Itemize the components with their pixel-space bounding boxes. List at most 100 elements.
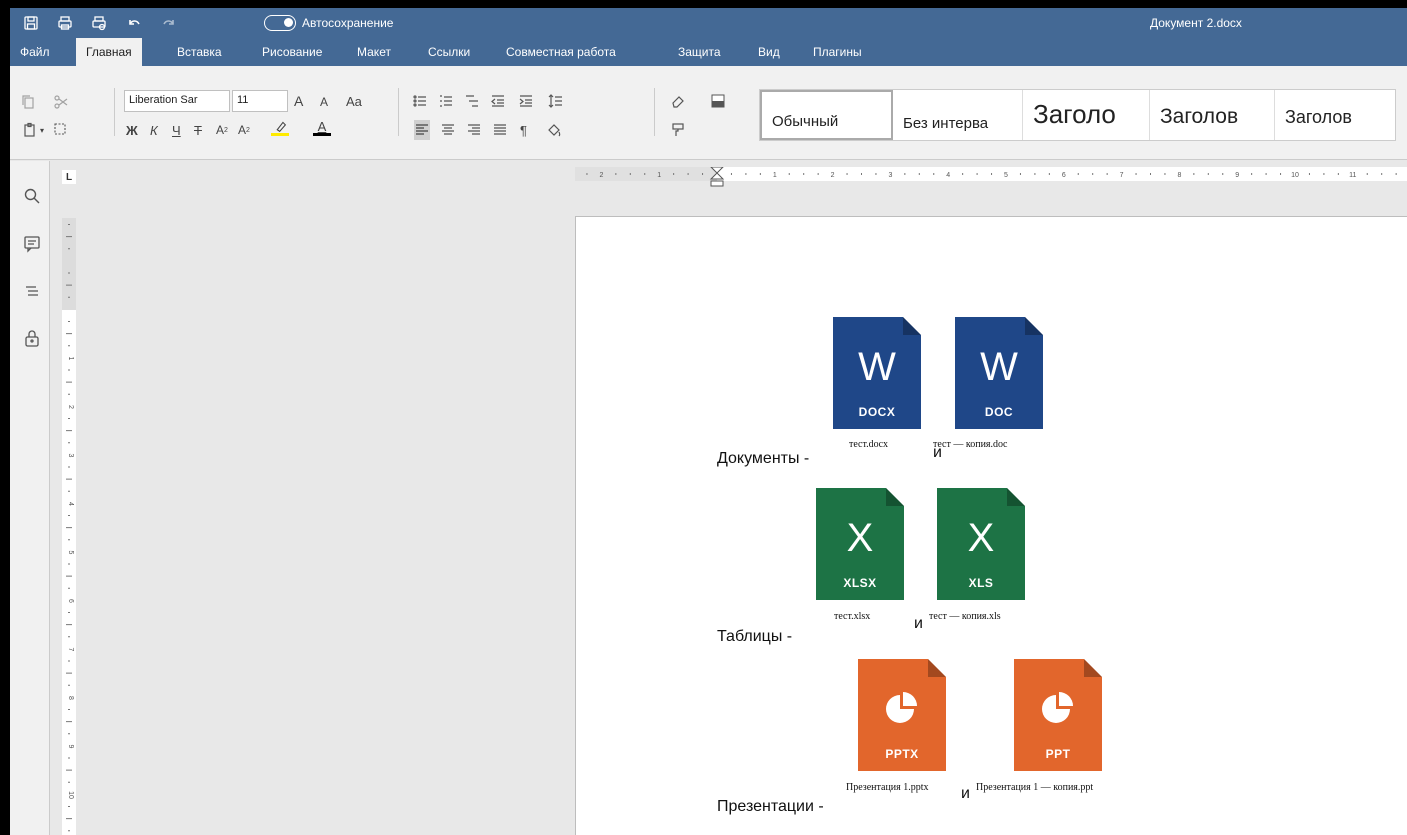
ruler-tick	[687, 173, 689, 175]
tab-layout[interactable]: Макет	[347, 38, 401, 66]
align-left-icon[interactable]	[414, 120, 430, 140]
ruler-tick	[1280, 173, 1282, 175]
file-icon-pptx[interactable]: PPTX	[858, 659, 946, 771]
color-scheme-icon[interactable]	[710, 91, 726, 111]
autosave-toggle[interactable]: Автосохранение	[264, 15, 393, 31]
font-size-select[interactable]: 11	[232, 90, 288, 112]
align-justify-icon[interactable]	[492, 120, 508, 140]
numbering-icon[interactable]	[438, 91, 454, 111]
file-icon-xlsx[interactable]: X XLSX	[816, 488, 904, 600]
tab-collaboration[interactable]: Совместная работа	[496, 38, 626, 66]
ruler-number: 5	[67, 551, 74, 555]
style-normal[interactable]: Обычный	[760, 90, 893, 140]
subscript-button[interactable]: A2	[238, 120, 250, 140]
shading-icon[interactable]	[546, 120, 562, 140]
navigation-icon[interactable]	[23, 283, 41, 301]
ruler-tick	[861, 173, 862, 175]
ruler-tick	[1106, 173, 1108, 175]
quick-print-icon[interactable]	[90, 14, 108, 32]
ruler-number: 8	[1177, 172, 1181, 179]
save-icon[interactable]	[22, 14, 40, 32]
ruler-number: 6	[1062, 172, 1066, 179]
tab-stop-selector[interactable]: L	[62, 170, 76, 184]
increase-indent-icon[interactable]	[518, 91, 534, 111]
tab-plugins[interactable]: Плагины	[803, 38, 872, 66]
increase-font-button[interactable]: A	[294, 91, 303, 111]
copy-icon[interactable]	[20, 92, 36, 112]
undo-icon[interactable]	[125, 14, 143, 32]
ruler-number: 3	[67, 454, 74, 458]
ruler-tick	[68, 539, 70, 541]
file-fold	[1025, 317, 1043, 335]
ruler-number: 2	[67, 405, 74, 409]
title-bar: Автосохранение Документ 2.docx	[10, 8, 1407, 38]
ruler-tick	[68, 709, 70, 710]
horizontal-ruler: 211234567891011121314	[575, 167, 1407, 187]
ruler-tick	[68, 830, 70, 832]
print-icon[interactable]	[56, 14, 74, 32]
tab-home[interactable]: Главная	[76, 38, 142, 66]
align-right-icon[interactable]	[466, 120, 482, 140]
paste-icon[interactable]: ▾	[18, 120, 48, 140]
ruler-number: 3	[888, 172, 892, 179]
select-all-icon[interactable]	[53, 120, 69, 140]
cut-icon[interactable]	[53, 92, 69, 112]
ruler-tick	[730, 173, 732, 175]
copy-style-icon[interactable]	[670, 120, 686, 140]
subscript-label: A	[238, 123, 247, 137]
style-no-spacing[interactable]: Без интерва	[893, 90, 1023, 140]
ruler-number: 9	[1235, 172, 1239, 179]
strikethrough-button[interactable]: Т	[194, 120, 202, 140]
highlight-color-button[interactable]	[262, 118, 298, 138]
font-color-button[interactable]: A	[304, 118, 340, 138]
ruler-tick	[68, 393, 70, 395]
file-fold	[886, 488, 904, 506]
tab-view[interactable]: Вид	[748, 38, 790, 66]
file-caption: Презентация 1.pptx	[846, 782, 929, 793]
underline-button[interactable]: Ч	[172, 120, 181, 140]
ruler-number: 2	[599, 172, 603, 179]
file-extension-label: XLSX	[843, 576, 877, 590]
decrease-indent-icon[interactable]	[490, 91, 506, 111]
font-name-select[interactable]: Liberation Sar	[124, 90, 230, 112]
ruler-tick	[1251, 173, 1253, 175]
ruler-tick	[1092, 173, 1094, 175]
ruler-tick	[68, 369, 70, 371]
search-icon[interactable]	[23, 187, 41, 205]
redo-icon[interactable]	[160, 14, 178, 32]
tab-references[interactable]: Ссылки	[418, 38, 480, 66]
file-icon-xls[interactable]: X XLS	[937, 488, 1025, 600]
menu-tabs: Файл Главная Вставка Рисование Макет Ссы…	[10, 38, 1407, 66]
toggle-switch[interactable]	[264, 15, 296, 31]
comments-icon[interactable]	[23, 235, 41, 253]
tab-insert[interactable]: Вставка	[167, 38, 232, 66]
font-color-label: A	[317, 119, 327, 134]
clear-style-icon[interactable]	[670, 91, 686, 111]
ruler-tick	[68, 418, 70, 419]
change-case-button[interactable]: Aa	[346, 91, 362, 111]
paragraph-marks-button[interactable]: ¶	[520, 120, 527, 140]
lock-icon[interactable]	[23, 329, 41, 347]
align-center-icon[interactable]	[440, 120, 456, 140]
line-spacing-icon[interactable]	[548, 91, 564, 111]
multilevel-list-icon[interactable]	[464, 91, 480, 111]
decrease-font-button[interactable]: A	[320, 92, 328, 112]
ruler-tick	[68, 345, 70, 347]
bullets-icon[interactable]	[412, 91, 428, 111]
style-heading-3[interactable]: Заголов	[1275, 90, 1395, 140]
style-heading-2[interactable]: Заголов	[1150, 90, 1275, 140]
ruler-number: 4	[67, 502, 74, 506]
file-icon-docx[interactable]: W DOCX	[833, 317, 921, 429]
ruler-tick	[68, 806, 70, 807]
style-heading-1[interactable]: Заголо	[1023, 90, 1150, 140]
superscript-button[interactable]: A2	[216, 120, 228, 140]
ruler-number: 4	[946, 172, 950, 179]
file-icon-doc[interactable]: W DOC	[955, 317, 1043, 429]
italic-button[interactable]: К	[150, 120, 158, 140]
bold-button[interactable]: Ж	[126, 120, 138, 140]
ruler-margin	[575, 167, 717, 181]
tab-file[interactable]: Файл	[10, 38, 60, 66]
tab-protection[interactable]: Защита	[668, 38, 731, 66]
file-icon-ppt[interactable]: PPT	[1014, 659, 1102, 771]
tab-draw[interactable]: Рисование	[252, 38, 332, 66]
